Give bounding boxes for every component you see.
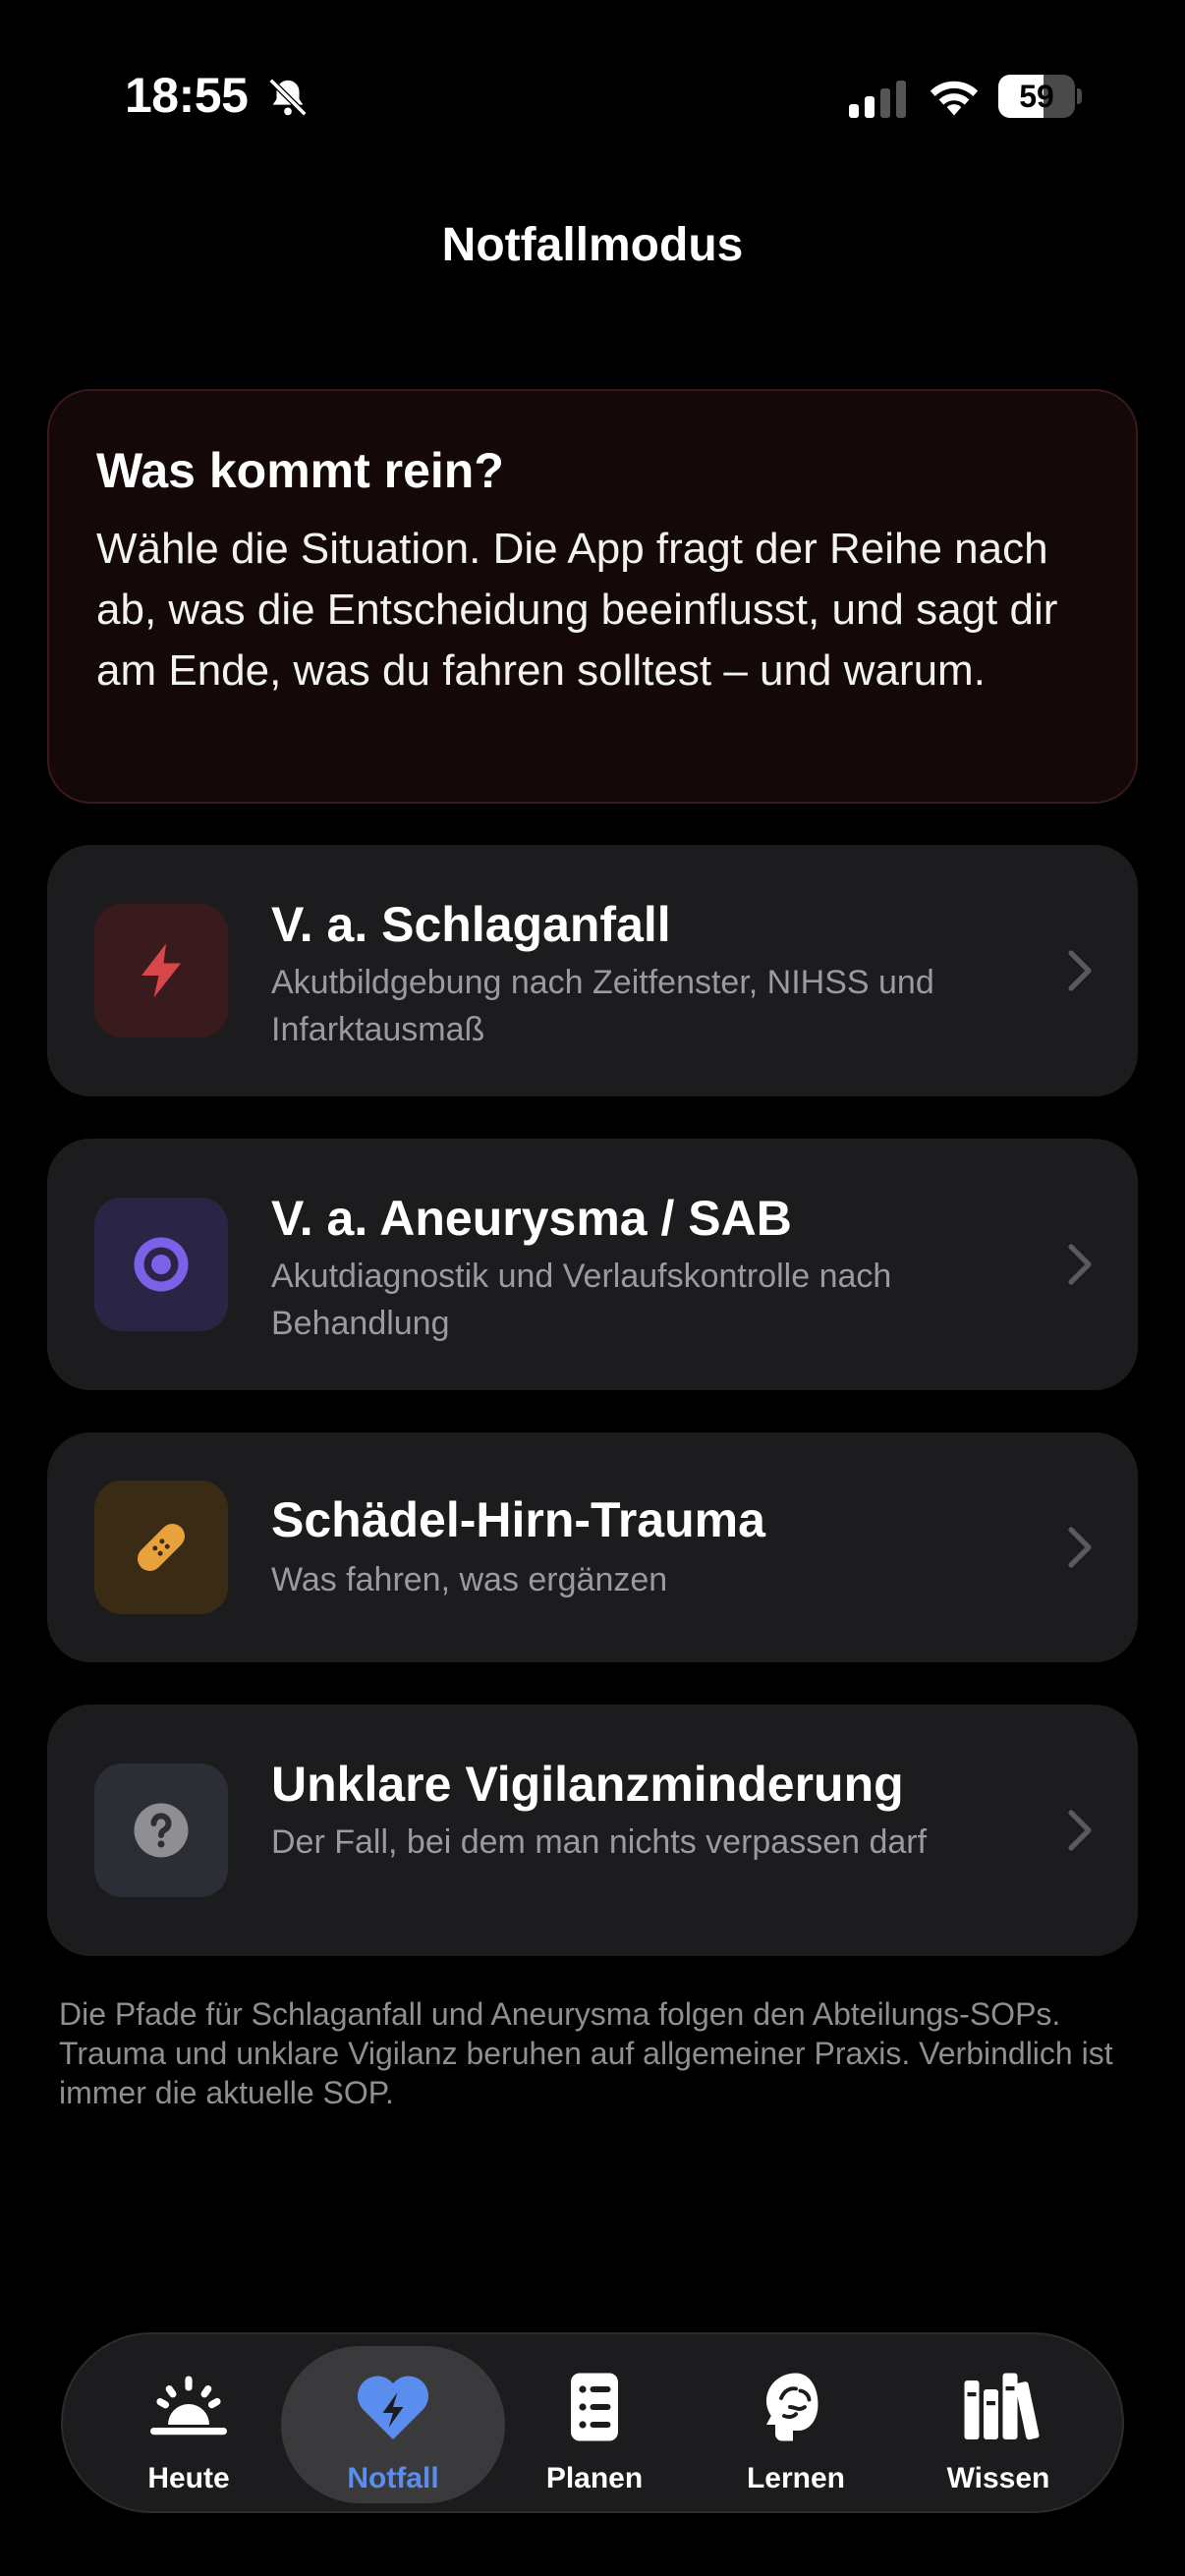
tab-label: Lernen [746, 2462, 846, 2494]
circle-ring-icon [134, 1237, 189, 1292]
status-bar: 18:55 59 [0, 0, 1185, 196]
intro-card: Was kommt rein? Wähle die Situation. Die… [47, 389, 1138, 804]
books-icon [964, 2373, 1040, 2440]
heart-bolt-icon [357, 2376, 429, 2439]
brain-head-icon [766, 2373, 818, 2441]
list-clipboard-icon [571, 2373, 618, 2441]
tab-notfall[interactable]: Notfall [281, 2346, 505, 2503]
chevron-right-icon [1068, 950, 1092, 991]
battery-icon: 59 [998, 75, 1082, 118]
sunrise-icon [150, 2376, 227, 2436]
intro-body: Wähle die Situation. Die App fragt der R… [96, 525, 1058, 695]
option-subtitle: Der Fall, bei dem man nichts verpassen d… [271, 1823, 928, 1861]
option-title: Unklare Vigilanzminderung [271, 1757, 904, 1812]
tab-label: Heute [147, 2462, 230, 2494]
tab-bar: Heute Notfall Planen Lernen Wissen [61, 2332, 1124, 2513]
option-aneurysm[interactable]: V. a. Aneurysma / SAB Akutdiagnostik und… [47, 1139, 1138, 1390]
tab-label: Planen [545, 2462, 644, 2494]
chevron-right-icon [1068, 1527, 1092, 1568]
tab-heute[interactable]: Heute [77, 2346, 301, 2503]
option-head-trauma[interactable]: Schädel-Hirn-Trauma Was fahren, was ergä… [47, 1432, 1138, 1662]
cellular-signal-icon [849, 81, 906, 118]
chevron-right-icon [1068, 1244, 1092, 1285]
tab-lernen[interactable]: Lernen [684, 2346, 908, 2503]
option-vigilance[interactable]: Unklare Vigilanzminderung Der Fall, bei … [47, 1705, 1138, 1956]
intro-heading: Was kommt rein? [96, 443, 504, 498]
option-stroke[interactable]: V. a. Schlaganfall Akutbildgebung nach Z… [47, 845, 1138, 1096]
tab-wissen[interactable]: Wissen [886, 2346, 1110, 2503]
footer-note: Die Pfade für Schlaganfall und Aneurysma… [59, 1996, 1113, 2110]
option-title: V. a. Schlaganfall [271, 897, 671, 952]
option-subtitle: Was fahren, was ergänzen [271, 1561, 668, 1598]
option-icon-box [94, 904, 228, 1037]
tab-label: Wissen [946, 2462, 1050, 2494]
option-title: V. a. Aneurysma / SAB [271, 1191, 792, 1246]
option-icon-box [94, 1198, 228, 1331]
tab-label: Notfall [347, 2462, 439, 2494]
lightning-bolt-icon [141, 943, 181, 998]
option-icon-box [94, 1481, 228, 1614]
status-time: 18:55 [125, 68, 249, 123]
option-title: Schädel-Hirn-Trauma [271, 1492, 765, 1547]
tab-planen[interactable]: Planen [482, 2346, 706, 2503]
option-subtitle: Akutbildgebung nach Zeitfenster, NIHSS u… [271, 964, 934, 1048]
page-title: Notfallmodus [441, 219, 744, 271]
option-subtitle: Akutdiagnostik und Verlaufskontrolle nac… [271, 1258, 892, 1342]
option-icon-box [94, 1764, 228, 1897]
bandage-icon [138, 1524, 185, 1571]
chevron-right-icon [1068, 1810, 1092, 1851]
battery-level: 59 [1019, 79, 1054, 114]
bell-slash-icon [268, 78, 308, 117]
question-mark-icon [134, 1803, 189, 1858]
wifi-icon [930, 81, 979, 116]
